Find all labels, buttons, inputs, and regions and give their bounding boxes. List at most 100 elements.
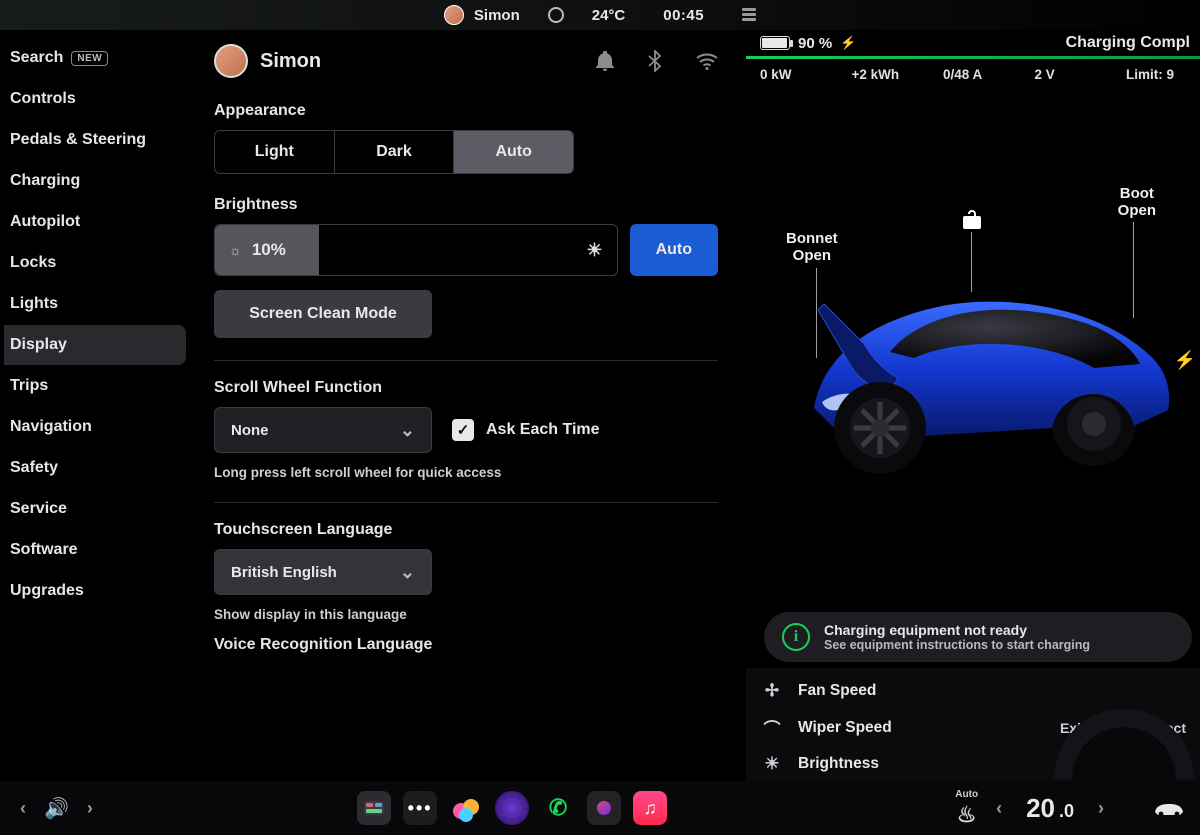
- profile-name[interactable]: Simon: [260, 50, 321, 73]
- settings-sidebar: Search NEW Controls Pedals & Steering Ch…: [0, 30, 186, 781]
- charge-progress-bar: [746, 56, 1200, 59]
- sidebar-item-charging[interactable]: Charging: [4, 161, 186, 201]
- brightness-auto-button[interactable]: Auto: [630, 224, 718, 276]
- scroll-hint: Long press left scroll wheel for quick a…: [214, 465, 718, 480]
- status-bar: Simon 24°C 00:45: [0, 0, 1200, 30]
- sidebar-item-autopilot[interactable]: Autopilot: [4, 202, 186, 242]
- charge-stats-row: 0 kW +2 kWh 0/48 A 2 V Limit: 9: [746, 67, 1200, 86]
- sidebar-item-software[interactable]: Software: [4, 530, 186, 570]
- appearance-heading: Appearance: [214, 102, 718, 120]
- brightness-icon: ☀: [760, 754, 784, 774]
- quick-exit-label[interactable]: Exit ›: [1060, 720, 1094, 736]
- charge-bolt-icon[interactable]: ⚡: [1174, 350, 1196, 371]
- unlock-icon[interactable]: [962, 208, 982, 230]
- brightness-low-icon: ☼: [229, 242, 242, 258]
- settings-panel: Search NEW Controls Pedals & Steering Ch…: [0, 30, 746, 781]
- app-theatre-icon[interactable]: [495, 791, 529, 825]
- seat-heater-left[interactable]: Auto ♨: [955, 789, 978, 828]
- charge-stat-voltage: 2 V: [1035, 67, 1105, 82]
- app-more-icon[interactable]: •••: [403, 791, 437, 825]
- battery-percent: 90 %: [798, 35, 832, 52]
- info-icon: i: [782, 623, 810, 651]
- cabin-temperature[interactable]: 20.0: [1026, 793, 1074, 824]
- quick-row-brightness[interactable]: ☀ Brightness: [756, 747, 1190, 781]
- charge-stat-current: 0/48 A: [943, 67, 1013, 82]
- status-user-name[interactable]: Simon: [474, 7, 520, 24]
- app-dashcam-icon[interactable]: [587, 791, 621, 825]
- bolt-icon: ⚡: [840, 35, 856, 51]
- app-launcher-icon[interactable]: [357, 791, 391, 825]
- fan-icon: ✢: [760, 681, 784, 701]
- status-temperature: 24°C: [592, 7, 626, 24]
- avatar-icon[interactable]: [444, 5, 464, 25]
- quick-row-wiper[interactable]: ⌒ Wiper Speed Exit › › Select: [756, 708, 1190, 747]
- battery-icon: [760, 36, 790, 50]
- sidebar-item-lights[interactable]: Lights: [4, 284, 186, 324]
- ask-each-time-label: Ask Each Time: [486, 421, 600, 439]
- car-controls-icon[interactable]: [1152, 799, 1186, 817]
- brightness-value: 10%: [252, 240, 286, 260]
- touch-language-dropdown[interactable]: British English ⌄: [214, 549, 432, 595]
- charging-status-text: Charging Compl: [1066, 34, 1190, 52]
- appearance-segmented: Light Dark Auto: [214, 130, 574, 174]
- quick-adjust-panel: ✢ Fan Speed ⌒ Wiper Speed Exit › › Selec…: [746, 668, 1200, 781]
- sidebar-item-pedals-steering[interactable]: Pedals & Steering: [4, 120, 186, 160]
- charging-notice[interactable]: i Charging equipment not ready See equip…: [764, 612, 1192, 662]
- sidebar-item-locks[interactable]: Locks: [4, 243, 186, 283]
- chevron-down-icon: ⌄: [400, 420, 415, 441]
- app-toybox-icon[interactable]: [449, 791, 483, 825]
- bottom-dock: ‹ 🔊 › ••• ✆ ♫ Auto ♨ ‹ 20.0 ›: [0, 781, 1200, 835]
- brightness-heading: Brightness: [214, 196, 718, 214]
- status-clock: 00:45: [663, 7, 704, 24]
- scroll-orb-icon[interactable]: [1104, 717, 1126, 739]
- sidebar-item-upgrades[interactable]: Upgrades: [4, 571, 186, 611]
- new-badge: NEW: [71, 51, 108, 66]
- bell-icon[interactable]: [596, 51, 614, 71]
- volume-icon[interactable]: 🔊: [44, 796, 69, 821]
- scroll-function-dropdown[interactable]: None ⌄: [214, 407, 432, 453]
- quick-select-label[interactable]: › Select: [1136, 720, 1186, 736]
- appearance-option-dark[interactable]: Dark: [334, 131, 454, 173]
- screen-clean-button[interactable]: Screen Clean Mode: [214, 290, 432, 338]
- charging-notice-title: Charging equipment not ready: [824, 622, 1090, 638]
- vehicle-stage[interactable]: Bonnet Open Boot Open ⚡: [746, 90, 1200, 668]
- voice-lang-heading: Voice Recognition Language: [214, 636, 718, 654]
- sidebar-item-service[interactable]: Service: [4, 489, 186, 529]
- seat-icon: ♨: [957, 802, 977, 828]
- bluetooth-icon[interactable]: [648, 50, 662, 72]
- ask-each-time-checkbox[interactable]: ✓: [452, 419, 474, 441]
- dock-next-button[interactable]: ›: [81, 798, 99, 819]
- app-phone-icon[interactable]: ✆: [541, 791, 575, 825]
- app-music-icon[interactable]: ♫: [633, 791, 667, 825]
- sidebar-item-controls[interactable]: Controls: [4, 79, 186, 119]
- sidebar-item-search[interactable]: Search NEW: [4, 38, 186, 78]
- temp-down-button[interactable]: ‹: [990, 798, 1008, 819]
- temp-up-button[interactable]: ›: [1092, 798, 1110, 819]
- divider: [214, 360, 718, 361]
- windows-icon[interactable]: [742, 8, 756, 23]
- charge-stat-power: 0 kW: [760, 67, 830, 82]
- touch-lang-hint: Show display in this language: [214, 607, 718, 622]
- appearance-option-auto[interactable]: Auto: [453, 131, 573, 173]
- quick-row-fan[interactable]: ✢ Fan Speed: [756, 674, 1190, 708]
- sidebar-item-navigation[interactable]: Navigation: [4, 407, 186, 447]
- vehicle-panel: 90 % ⚡ Charging Compl 0 kW +2 kWh 0/48 A…: [746, 30, 1200, 781]
- brightness-slider[interactable]: ☼ 10% ☀: [214, 224, 618, 276]
- sidebar-item-safety[interactable]: Safety: [4, 448, 186, 488]
- dock-prev-button[interactable]: ‹: [14, 798, 32, 819]
- sidebar-item-display[interactable]: Display: [4, 325, 186, 365]
- settings-content: Simon Appearance L: [186, 30, 746, 781]
- wifi-icon[interactable]: [696, 52, 718, 70]
- chevron-down-icon: ⌄: [400, 562, 415, 583]
- charge-stat-energy: +2 kWh: [852, 67, 922, 82]
- sidebar-item-trips[interactable]: Trips: [4, 366, 186, 406]
- seat-mode-label: Auto: [955, 789, 978, 800]
- charging-notice-sub: See equipment instructions to start char…: [824, 638, 1090, 652]
- appearance-option-light[interactable]: Light: [215, 131, 334, 173]
- charge-stat-limit: Limit: 9: [1126, 67, 1196, 82]
- boot-open-label: Boot Open: [1118, 185, 1156, 220]
- scroll-heading: Scroll Wheel Function: [214, 379, 718, 397]
- sentry-icon[interactable]: [548, 7, 564, 23]
- vehicle-image[interactable]: [794, 240, 1174, 480]
- profile-avatar-icon[interactable]: [214, 44, 248, 78]
